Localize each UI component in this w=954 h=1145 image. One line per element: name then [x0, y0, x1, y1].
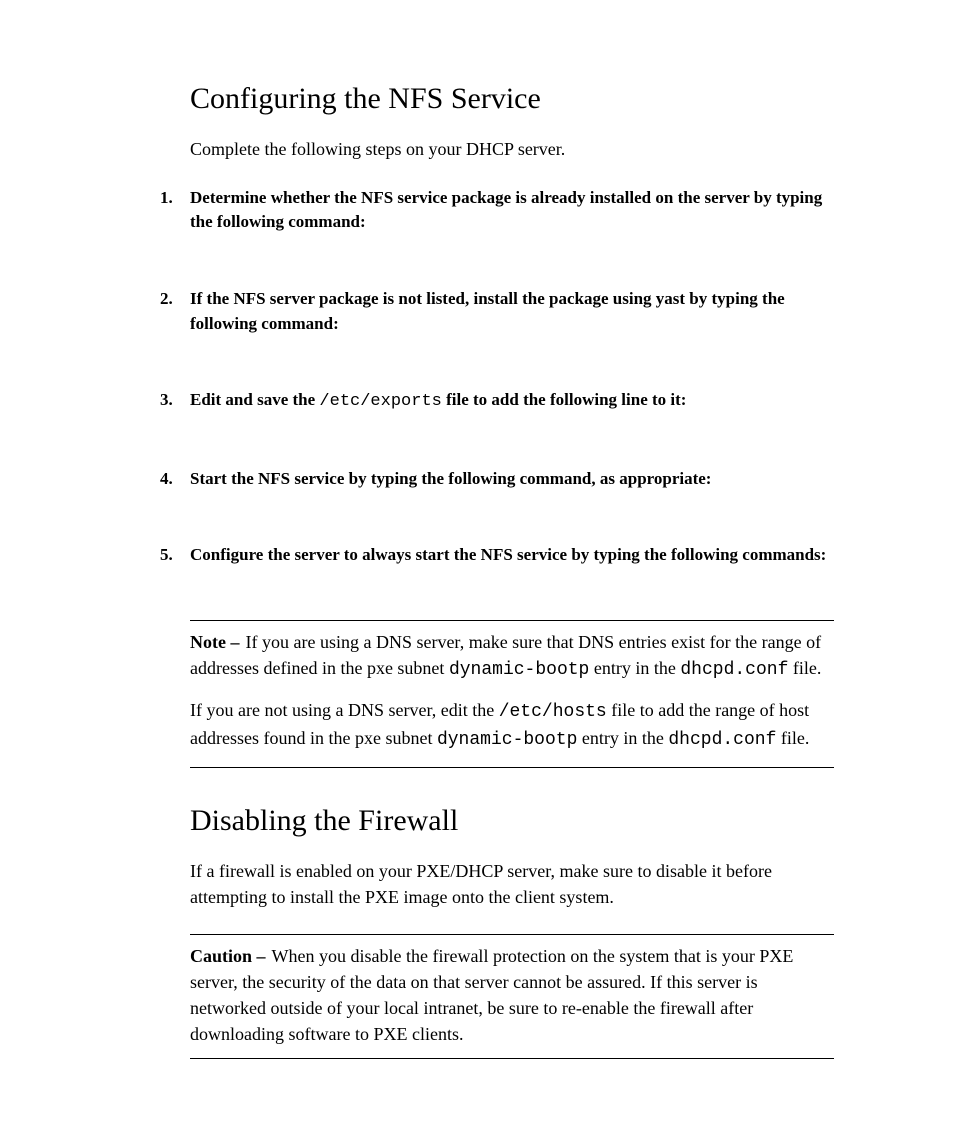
step-number: 1. [160, 186, 173, 211]
step-text-pre: Edit and save the [190, 390, 319, 409]
step-number: 3. [160, 388, 173, 413]
note-paragraph-1: Note –If you are using a DNS server, mak… [190, 629, 834, 683]
step-mono: /etc/exports [319, 392, 441, 411]
step-text-post: file to add the following line to it: [442, 390, 687, 409]
step-4: 4. Start the NFS service by typing the f… [160, 467, 834, 492]
note-text: file. [788, 658, 821, 678]
section-intro-nfs: Complete the following steps on your DHC… [190, 136, 834, 162]
step-2: 2. If the NFS server package is not list… [160, 287, 834, 336]
note-mono: dynamic-bootp [437, 730, 577, 750]
caution-text: When you disable the firewall protection… [190, 946, 793, 1044]
step-number: 4. [160, 467, 173, 492]
step-number: 5. [160, 543, 173, 568]
step-text: Start the NFS service by typing the foll… [190, 469, 711, 488]
section-intro-firewall: If a firewall is enabled on your PXE/DHC… [190, 858, 834, 910]
note-text: entry in the [589, 658, 680, 678]
page: Configuring the NFS Service Complete the… [0, 0, 954, 1145]
step-1: 1. Determine whether the NFS service pac… [160, 186, 834, 235]
caution-paragraph: Caution –When you disable the firewall p… [190, 943, 834, 1047]
steps-list: 1. Determine whether the NFS service pac… [160, 186, 834, 568]
note-mono: dynamic-bootp [449, 660, 589, 680]
note-text: If you are not using a DNS server, edit … [190, 700, 499, 720]
note-text: entry in the [577, 728, 668, 748]
caution-label: Caution – [190, 946, 266, 966]
note-paragraph-2: If you are not using a DNS server, edit … [190, 697, 834, 753]
step-3: 3. Edit and save the /etc/exports file t… [160, 388, 834, 415]
step-5: 5. Configure the server to always start … [160, 543, 834, 568]
note-mono: dhcpd.conf [668, 730, 776, 750]
caution-block: Caution –When you disable the firewall p… [190, 934, 834, 1058]
step-text: If the NFS server package is not listed,… [190, 289, 785, 333]
note-block: Note –If you are using a DNS server, mak… [190, 620, 834, 768]
step-number: 2. [160, 287, 173, 312]
step-text: Determine whether the NFS service packag… [190, 188, 822, 232]
note-mono: dhcpd.conf [680, 660, 788, 680]
note-text: file. [776, 728, 809, 748]
section-heading-nfs: Configuring the NFS Service [190, 80, 834, 118]
step-text: Configure the server to always start the… [190, 545, 826, 564]
note-mono: /etc/hosts [499, 702, 607, 722]
note-label: Note – [190, 632, 239, 652]
section-heading-firewall: Disabling the Firewall [190, 802, 834, 840]
